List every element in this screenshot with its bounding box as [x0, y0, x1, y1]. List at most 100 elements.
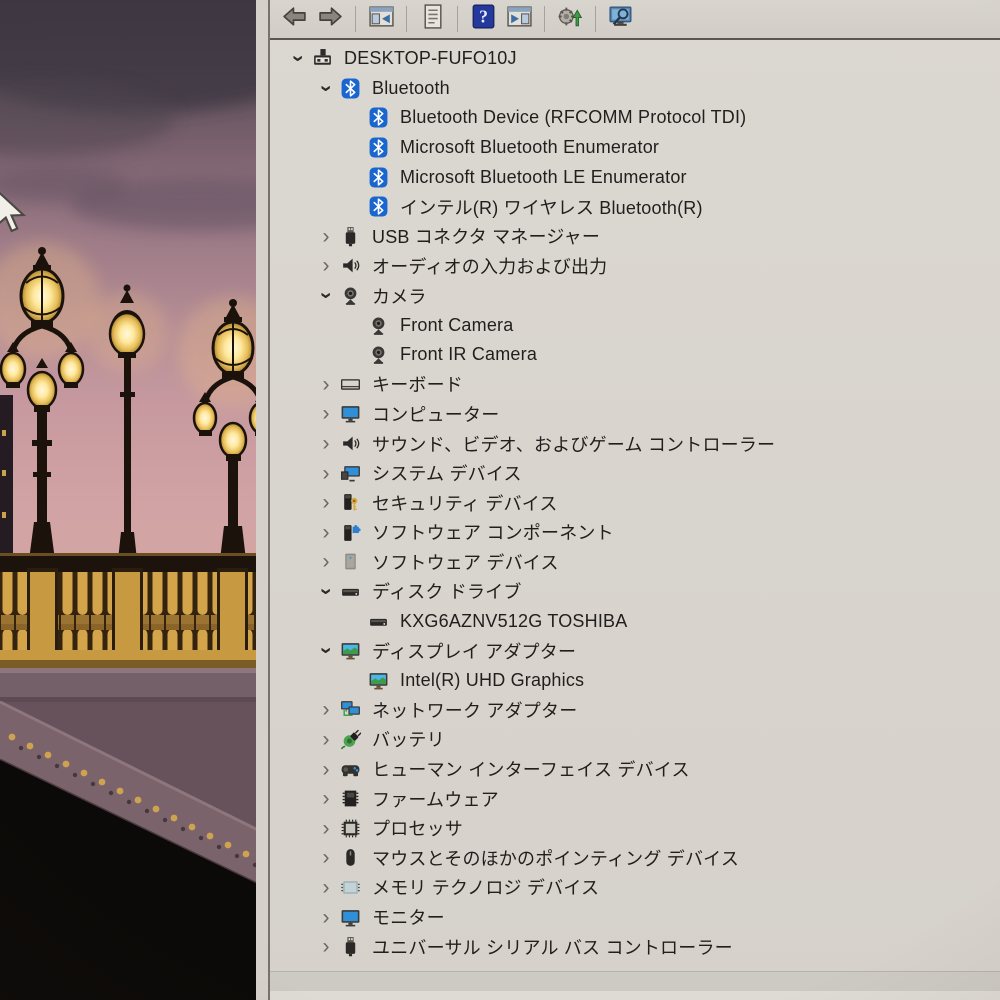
tree-item-disk-drives[interactable]: › ディスク ドライブ — [270, 577, 1000, 607]
console-tree-icon — [368, 3, 395, 35]
chevron-collapsed-icon[interactable]: › — [312, 226, 340, 247]
tree-item-label: モニター — [372, 908, 445, 929]
chevron-collapsed-icon[interactable]: › — [312, 433, 340, 454]
chevron-collapsed-icon[interactable]: › — [312, 788, 340, 809]
tree-item-label: ユニバーサル シリアル バス コントローラー — [372, 937, 733, 958]
chevron-expanded-icon[interactable]: › — [284, 48, 312, 69]
tree-item-software-components[interactable]: › ソフトウェア コンポーネント — [270, 518, 1000, 548]
tree-item-label: サウンド、ビデオ、およびゲーム コントローラー — [372, 434, 776, 455]
tree-item-computer[interactable]: › コンピューター — [270, 399, 1000, 429]
tree-item-batteries[interactable]: › バッテリ — [270, 725, 1000, 755]
bridge-lampposts-dusk-image — [0, 0, 270, 1000]
scan-hardware-changes-button[interactable] — [552, 3, 588, 35]
usb-icon — [340, 226, 370, 247]
tree-item-firmware[interactable]: › ファームウェア — [270, 784, 1000, 814]
bluetooth-icon — [340, 78, 370, 99]
tree-item-microsoft-bluetooth-enumerator[interactable]: Microsoft Bluetooth Enumerator — [270, 133, 1000, 163]
processor-icon — [340, 818, 370, 839]
properties-button[interactable] — [414, 3, 450, 35]
tree-item-network-adapters[interactable]: › ネットワーク アダプター — [270, 695, 1000, 725]
chevron-collapsed-icon[interactable]: › — [312, 907, 340, 928]
bluetooth-icon — [368, 107, 398, 128]
show-console-tree-button[interactable] — [363, 3, 399, 35]
chevron-expanded-icon[interactable]: › — [312, 640, 340, 661]
chevron-collapsed-icon[interactable]: › — [312, 877, 340, 898]
monitor-icon — [340, 907, 370, 928]
tree-item-label: オーディオの入力および出力 — [372, 256, 608, 277]
tree-item-intel-wireless-bluetooth[interactable]: インテル(R) ワイヤレス Bluetooth(R) — [270, 192, 1000, 222]
tree-item-software-devices[interactable]: › ソフトウェア デバイス — [270, 547, 1000, 577]
device-search-button[interactable] — [603, 3, 639, 35]
tree-item-memory-technology-devices[interactable]: › メモリ テクノロジ デバイス — [270, 873, 1000, 903]
firmware-icon — [340, 788, 370, 809]
properties-icon — [419, 3, 446, 35]
hid-icon — [340, 759, 370, 780]
tree-item-usb-controllers[interactable]: › ユニバーサル シリアル バス コントローラー — [270, 932, 1000, 962]
chevron-collapsed-icon[interactable]: › — [312, 699, 340, 720]
tree-item-human-interface-devices[interactable]: › ヒューマン インターフェイス デバイス — [270, 754, 1000, 784]
arrow-left-icon — [281, 3, 308, 35]
svg-text:?: ? — [479, 7, 488, 27]
chevron-collapsed-icon[interactable]: › — [312, 551, 340, 572]
tree-item-label: DESKTOP-FUFO10J — [344, 48, 517, 69]
disk-drive-icon — [340, 581, 370, 602]
chevron-expanded-icon[interactable]: › — [312, 78, 340, 99]
chevron-collapsed-icon[interactable]: › — [312, 759, 340, 780]
usb-icon — [340, 936, 370, 957]
tree-item-bluetooth-device-rfcomm-tdi[interactable]: Bluetooth Device (RFCOMM Protocol TDI) — [270, 103, 1000, 133]
network-adapter-icon — [340, 699, 370, 720]
system-device-icon — [340, 463, 370, 484]
tree-item-intel-uhd-graphics[interactable]: Intel(R) UHD Graphics — [270, 665, 1000, 695]
tree-item-desktop-fufo10j[interactable]: › DESKTOP-FUFO10J — [270, 44, 1000, 74]
show-action-pane-button[interactable] — [501, 3, 537, 35]
tree-item-label: メモリ テクノロジ デバイス — [372, 878, 600, 899]
bluetooth-icon — [368, 137, 398, 158]
help-button[interactable]: ? — [465, 3, 501, 35]
chevron-collapsed-icon[interactable]: › — [312, 847, 340, 868]
back-button[interactable] — [276, 3, 312, 35]
tree-item-system-devices[interactable]: › システム デバイス — [270, 458, 1000, 488]
computer-icon — [312, 48, 342, 69]
tree-item-usb-connector-manager[interactable]: › USB コネクタ マネージャー — [270, 222, 1000, 252]
tree-item-cameras[interactable]: › カメラ — [270, 281, 1000, 311]
tree-item-bluetooth[interactable]: › Bluetooth — [270, 74, 1000, 104]
display-adapter-icon — [368, 670, 398, 691]
tree-item-label: セキュリティ デバイス — [372, 493, 558, 514]
camera-icon — [368, 344, 398, 365]
tree-item-monitors[interactable]: › モニター — [270, 902, 1000, 932]
chevron-collapsed-icon[interactable]: › — [312, 818, 340, 839]
forward-button[interactable] — [312, 3, 348, 35]
tree-item-kxg6aznv512g-toshiba[interactable]: KXG6AZNV512G TOSHIBA — [270, 606, 1000, 636]
tree-item-keyboards[interactable]: › キーボード — [270, 370, 1000, 400]
display-adapter-icon — [340, 640, 370, 661]
tree-item-processors[interactable]: › プロセッサ — [270, 813, 1000, 843]
chevron-collapsed-icon[interactable]: › — [312, 522, 340, 543]
disk-drive-icon — [368, 611, 398, 632]
tree-item-front-camera[interactable]: Front Camera — [270, 310, 1000, 340]
tree-item-microsoft-bluetooth-le-enumerator[interactable]: Microsoft Bluetooth LE Enumerator — [270, 162, 1000, 192]
tree-item-label: インテル(R) ワイヤレス Bluetooth(R) — [400, 197, 703, 218]
chevron-collapsed-icon[interactable]: › — [312, 492, 340, 513]
tree-item-security-devices[interactable]: › セキュリティ デバイス — [270, 488, 1000, 518]
chevron-collapsed-icon[interactable]: › — [312, 463, 340, 484]
tree-item-label: キーボード — [372, 375, 463, 396]
chevron-collapsed-icon[interactable]: › — [312, 374, 340, 395]
tree-item-label: USB コネクタ マネージャー — [372, 227, 601, 248]
chevron-collapsed-icon[interactable]: › — [312, 729, 340, 750]
tree-item-front-ir-camera[interactable]: Front IR Camera — [270, 340, 1000, 370]
tree-item-label: ヒューマン インターフェイス デバイス — [372, 760, 690, 781]
chevron-collapsed-icon[interactable]: › — [312, 255, 340, 276]
chevron-collapsed-icon[interactable]: › — [312, 936, 340, 957]
tree-item-label: バッテリ — [372, 730, 445, 751]
chevron-expanded-icon[interactable]: › — [312, 581, 340, 602]
camera-icon — [340, 285, 370, 306]
tree-item-label: ソフトウェア コンポーネント — [372, 523, 614, 544]
chevron-expanded-icon[interactable]: › — [312, 285, 340, 306]
tree-item-sound-video-game-controllers[interactable]: › サウンド、ビデオ、およびゲーム コントローラー — [270, 429, 1000, 459]
bluetooth-icon — [368, 196, 398, 217]
tree-item-mice-pointing-devices[interactable]: › マウスとそのほかのポインティング デバイス — [270, 843, 1000, 873]
tree-item-audio-inputs-outputs[interactable]: › オーディオの入力および出力 — [270, 251, 1000, 281]
tree-item-label: Bluetooth Device (RFCOMM Protocol TDI) — [400, 107, 747, 128]
chevron-collapsed-icon[interactable]: › — [312, 403, 340, 424]
tree-item-display-adapters[interactable]: › ディスプレイ アダプター — [270, 636, 1000, 666]
